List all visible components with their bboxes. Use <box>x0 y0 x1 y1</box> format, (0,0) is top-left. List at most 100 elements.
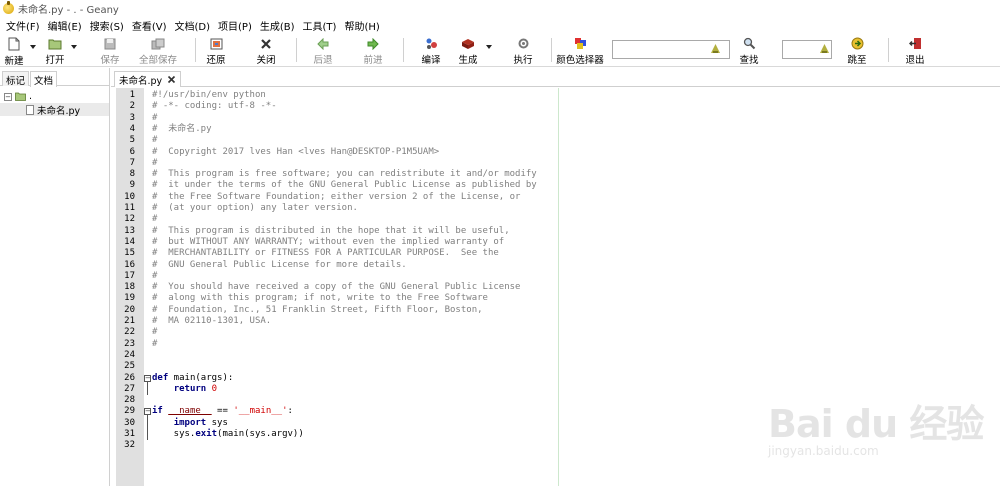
open-folder-icon <box>47 37 63 50</box>
code-line[interactable]: # <box>152 113 157 124</box>
code-line[interactable]: # (at your option) any later version. <box>152 203 358 214</box>
line-number: 29 <box>124 406 135 417</box>
arrow-left-icon <box>315 37 331 50</box>
color-picker-button[interactable]: 颜色选择器 <box>556 35 604 66</box>
code-line[interactable]: # 未命名.py <box>152 124 212 135</box>
execute-button[interactable]: 执行 <box>512 35 534 66</box>
menu-edit[interactable]: 编辑(E) <box>45 18 85 33</box>
quit-button[interactable]: 退出 <box>904 35 926 66</box>
revert-button[interactable]: 还原 <box>205 35 227 66</box>
code-line[interactable]: # <box>152 158 157 169</box>
line-number: 16 <box>124 259 135 270</box>
code-line[interactable]: # <box>152 327 157 338</box>
code-line[interactable]: if __name__ == '__main__': <box>152 406 293 417</box>
tab-close-icon[interactable] <box>167 75 176 84</box>
toolbar-separator <box>195 38 196 62</box>
build-button[interactable]: 生成 <box>457 35 479 66</box>
code-line[interactable]: sys.exit(main(sys.argv)) <box>152 429 304 440</box>
line-number: 17 <box>124 270 135 281</box>
line-number: 5 <box>129 135 135 146</box>
fold-toggle-icon[interactable]: − <box>144 408 151 416</box>
tree-folder-row[interactable]: − . <box>0 90 109 103</box>
menu-project[interactable]: 项目(P) <box>215 18 255 33</box>
close-button[interactable]: 关闭 <box>255 35 277 66</box>
line-number: 8 <box>129 169 135 180</box>
save-disk-icon <box>102 37 118 50</box>
fold-guide-line <box>147 381 148 395</box>
quit-icon <box>907 37 923 50</box>
menu-document[interactable]: 文档(D) <box>172 18 214 33</box>
menu-tools[interactable]: 工具(T) <box>300 18 340 33</box>
code-line[interactable]: # MA 02110-1301, USA. <box>152 316 271 327</box>
open-dropdown-arrow[interactable] <box>71 45 77 49</box>
forward-button[interactable]: 前进 <box>362 35 384 66</box>
search-clear-icon[interactable] <box>711 44 720 53</box>
code-line[interactable]: # Copyright 2017 lves Han <lves Han@DESK… <box>152 147 439 158</box>
new-button[interactable]: 新建 <box>3 35 25 67</box>
code-line[interactable]: def main(args): <box>152 373 233 384</box>
compile-button[interactable]: 编译 <box>420 35 442 66</box>
code-line[interactable]: import sys <box>152 418 228 429</box>
line-number-gutter: 1 2 3 4 5 6 7 8 9 10 11 12 13 14 15 16 17 18 19 20 21 22 23 24 2… <box>116 88 144 486</box>
code-line[interactable]: # along with this program; if not, write… <box>152 293 488 304</box>
line-number: 24 <box>124 349 135 360</box>
code-line[interactable]: # <box>152 135 157 146</box>
collapse-icon[interactable]: − <box>4 92 12 101</box>
code-line[interactable]: # Foundation, Inc., 51 Franklin Street, … <box>152 305 483 316</box>
tree-file-row[interactable]: 未命名.py <box>0 103 109 117</box>
menu-help[interactable]: 帮助(H) <box>341 18 382 33</box>
close-x-icon <box>258 37 274 50</box>
code-line[interactable]: # MERCHANTABILITY or FITNESS FOR A PARTI… <box>152 248 499 259</box>
line-number: 12 <box>124 214 135 225</box>
line-number: 22 <box>124 327 135 338</box>
save-all-button[interactable]: 全部保存 <box>139 35 177 66</box>
document-tab-label: 未命名.py <box>119 75 163 87</box>
title-bar: 未命名.py - . - Geany <box>0 0 1000 17</box>
line-number: 25 <box>124 361 135 372</box>
sidebar: 标记 文档 − . 未命名.py <box>0 68 110 486</box>
new-dropdown-arrow[interactable] <box>30 45 36 49</box>
menu-search[interactable]: 搜索(S) <box>87 18 127 33</box>
execute-gear-icon <box>515 37 531 50</box>
code-line[interactable]: # <box>152 271 157 282</box>
find-button[interactable]: 查找 <box>738 35 760 66</box>
line-number: 18 <box>124 282 135 293</box>
line-number: 28 <box>124 395 135 406</box>
sidebar-tabs: 标记 文档 <box>0 68 109 87</box>
menu-file[interactable]: 文件(F) <box>3 18 43 33</box>
menu-build[interactable]: 生成(B) <box>257 18 298 33</box>
code-line[interactable]: # You should have received a copy of the… <box>152 282 520 293</box>
toolbar-separator <box>888 38 889 62</box>
line-number: 2 <box>129 101 135 112</box>
menu-view[interactable]: 查看(V) <box>129 18 170 33</box>
code-line[interactable]: #!/usr/bin/env python <box>152 90 266 101</box>
goto-button[interactable]: 跳至 <box>846 35 868 66</box>
back-button[interactable]: 后退 <box>312 35 334 66</box>
line-number: 6 <box>129 146 135 157</box>
toolbar: 新建 打开 保存 全部保存 还原 关闭 后退 前进 编译 生成 执行 颜色选择器… <box>0 34 1000 67</box>
open-button[interactable]: 打开 <box>44 35 66 66</box>
search-magnifier-icon <box>741 37 757 50</box>
new-file-icon <box>6 37 22 51</box>
arrow-right-icon <box>365 37 381 50</box>
code-line[interactable]: # <box>152 339 157 350</box>
tab-documents[interactable]: 文档 <box>30 71 58 87</box>
code-line[interactable]: # the Free Software Foundation; either v… <box>152 192 520 203</box>
goto-clear-icon[interactable] <box>820 44 829 53</box>
save-button[interactable]: 保存 <box>99 35 121 66</box>
code-line[interactable]: # -*- coding: utf-8 -*- <box>152 101 277 112</box>
fold-toggle-icon[interactable]: − <box>144 374 151 382</box>
save-all-icon <box>150 37 166 50</box>
code-line[interactable]: return 0 <box>152 384 217 395</box>
code-line[interactable]: # GNU General Public License for more de… <box>152 260 407 271</box>
toolbar-separator <box>403 38 404 62</box>
fold-margin[interactable]: − − <box>144 88 152 486</box>
code-line[interactable]: # it under the terms of the GNU General … <box>152 180 537 191</box>
document-tab[interactable]: 未命名.py <box>114 71 182 87</box>
code-line[interactable]: # This program is distributed in the hop… <box>152 226 510 237</box>
build-dropdown-arrow[interactable] <box>486 45 492 49</box>
code-line[interactable]: # <box>152 214 157 225</box>
tab-symbols[interactable]: 标记 <box>2 71 30 87</box>
code-line[interactable]: # but WITHOUT ANY WARRANTY; without even… <box>152 237 504 248</box>
code-line[interactable]: # This program is free software; you can… <box>152 169 537 180</box>
